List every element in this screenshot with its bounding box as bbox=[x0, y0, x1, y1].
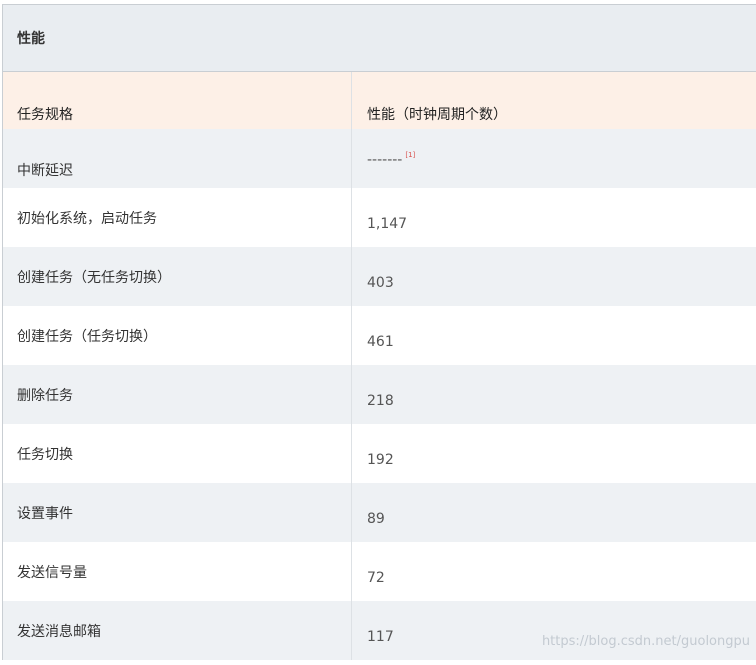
table-row: 中断延迟 ------- [1] bbox=[3, 129, 756, 188]
row-value: 192 bbox=[367, 452, 394, 468]
table-row: 发送消息邮箱 117 bbox=[3, 601, 756, 660]
header-performance: 性能（时钟周期个数） bbox=[367, 106, 507, 123]
row-value: 89 bbox=[367, 511, 385, 527]
row-value: 403 bbox=[367, 275, 394, 291]
row-spec: 中断延迟 bbox=[3, 129, 352, 188]
table-caption: 性能 bbox=[3, 5, 756, 72]
row-value: ------- [1] bbox=[352, 129, 756, 188]
row-spec: 创建任务（任务切换） bbox=[3, 306, 352, 365]
table-row: 设置事件 89 bbox=[3, 483, 756, 542]
performance-table: 性能 任务规格 性能（时钟周期个数） 中断延迟 ------- [1] 初始化系… bbox=[2, 4, 756, 660]
row-spec: 删除任务 bbox=[3, 365, 352, 424]
row-spec: 创建任务（无任务切换） bbox=[3, 247, 352, 306]
row-value: 461 bbox=[367, 334, 394, 350]
header-task-spec: 任务规格 bbox=[3, 72, 352, 129]
row-value-text: ------- bbox=[367, 152, 403, 168]
row-value: 1,147 bbox=[367, 216, 408, 232]
row-spec: 发送信号量 bbox=[3, 542, 352, 601]
row-value: 117 bbox=[367, 629, 394, 645]
table-header-row: 任务规格 性能（时钟周期个数） bbox=[3, 72, 756, 129]
watermark-url: https://blog.csdn.net/guolongpu bbox=[541, 634, 750, 649]
row-value: 72 bbox=[367, 570, 385, 586]
row-spec: 任务切换 bbox=[3, 424, 352, 483]
footnote-link[interactable]: [1] bbox=[405, 151, 415, 159]
table-row: 初始化系统，启动任务 1,147 bbox=[3, 188, 756, 247]
row-spec: 设置事件 bbox=[3, 483, 352, 542]
row-value: 218 bbox=[367, 393, 394, 409]
table-row: 创建任务（无任务切换） 403 bbox=[3, 247, 756, 306]
table-row: 任务切换 192 bbox=[3, 424, 756, 483]
table-row: 发送信号量 72 bbox=[3, 542, 756, 601]
row-spec: 初始化系统，启动任务 bbox=[3, 188, 352, 247]
row-spec: 发送消息邮箱 bbox=[3, 601, 352, 660]
table-row: 删除任务 218 bbox=[3, 365, 756, 424]
table-row: 创建任务（任务切换） 461 bbox=[3, 306, 756, 365]
